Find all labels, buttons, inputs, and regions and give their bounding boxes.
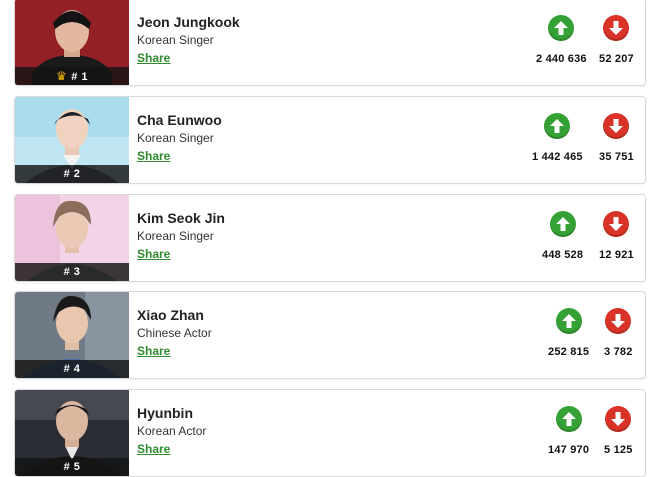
share-link[interactable]: Share xyxy=(137,51,170,65)
upvote-group: 448 528 xyxy=(542,211,583,261)
arrow-up-icon xyxy=(550,119,565,133)
celebrity-photo[interactable]: ♛ # 1 xyxy=(15,0,129,85)
celebrity-name[interactable]: Jeon Jungkook xyxy=(137,14,240,31)
ranking-card: # 2 Cha Eunwoo Korean Singer Share 1 442… xyxy=(14,96,646,184)
celebrity-photo[interactable]: # 5 xyxy=(15,390,129,476)
arrow-up-icon xyxy=(554,21,569,35)
downvote-group: 12 921 xyxy=(599,211,634,261)
ranking-card: ♛ # 1 Jeon Jungkook Korean Singer Share 2… xyxy=(14,0,646,86)
celebrity-photo[interactable]: # 3 xyxy=(15,195,129,281)
upvote-group: 147 970 xyxy=(548,406,589,456)
downvote-button[interactable] xyxy=(603,15,630,41)
upvote-button[interactable] xyxy=(548,15,575,41)
celebrity-role: Korean Singer xyxy=(137,33,214,47)
downvote-count: 52 207 xyxy=(599,53,634,65)
share-link[interactable]: Share xyxy=(137,344,170,358)
upvote-button[interactable] xyxy=(555,308,582,334)
rank-badge: ♛ # 1 xyxy=(15,67,129,85)
downvote-count: 3 782 xyxy=(604,346,633,358)
celebrity-name[interactable]: Xiao Zhan xyxy=(137,307,212,324)
ranking-list: ♛ # 1 Jeon Jungkook Korean Singer Share 2… xyxy=(0,0,660,477)
celebrity-role: Korean Singer xyxy=(137,229,214,243)
downvote-button[interactable] xyxy=(605,406,632,432)
upvote-count: 147 970 xyxy=(548,444,590,456)
downvote-count: 5 125 xyxy=(604,444,633,456)
upvote-button[interactable] xyxy=(544,113,571,139)
crown-icon: ♛ xyxy=(55,69,68,83)
arrow-up-icon xyxy=(561,314,576,328)
downvote-button[interactable] xyxy=(603,211,630,237)
share-link[interactable]: Share xyxy=(137,149,170,163)
celebrity-photo[interactable]: # 4 xyxy=(15,292,129,378)
downvote-button[interactable] xyxy=(605,308,632,334)
downvote-group: 52 207 xyxy=(599,15,634,65)
arrow-down-icon xyxy=(609,217,624,231)
downvote-button[interactable] xyxy=(603,113,630,139)
upvote-group: 252 815 xyxy=(548,308,589,358)
upvote-group: 1 442 465 xyxy=(532,113,583,163)
arrow-up-icon xyxy=(561,412,576,426)
celebrity-name[interactable]: Cha Eunwoo xyxy=(137,112,222,129)
upvote-button[interactable] xyxy=(555,406,582,432)
celebrity-photo[interactable]: # 2 xyxy=(15,97,129,183)
celebrity-role: Korean Actor xyxy=(137,424,207,438)
upvote-count: 2 440 636 xyxy=(536,53,587,65)
rank-badge: # 2 xyxy=(15,165,129,183)
upvote-group: 2 440 636 xyxy=(536,15,587,65)
celebrity-role: Korean Singer xyxy=(137,131,214,145)
downvote-group: 35 751 xyxy=(599,113,634,163)
arrow-down-icon xyxy=(609,21,624,35)
ranking-card: # 3 Kim Seok Jin Korean Singer Share 448… xyxy=(14,194,646,282)
downvote-count: 12 921 xyxy=(599,249,634,261)
downvote-count: 35 751 xyxy=(599,151,634,163)
arrow-up-icon xyxy=(555,217,570,231)
ranking-card: # 5 Hyunbin Korean Actor Share 147 970 5… xyxy=(14,389,646,477)
downvote-group: 3 782 xyxy=(604,308,633,358)
rank-badge: # 3 xyxy=(15,263,129,281)
ranking-card: # 4 Xiao Zhan Chinese Actor Share 252 81… xyxy=(14,291,646,379)
share-link[interactable]: Share xyxy=(137,247,170,261)
share-link[interactable]: Share xyxy=(137,442,170,456)
upvote-count: 448 528 xyxy=(542,249,584,261)
arrow-down-icon xyxy=(609,119,624,133)
upvote-button[interactable] xyxy=(549,211,576,237)
downvote-group: 5 125 xyxy=(604,406,633,456)
celebrity-role: Chinese Actor xyxy=(137,326,212,340)
celebrity-name[interactable]: Kim Seok Jin xyxy=(137,210,225,227)
rank-badge: # 4 xyxy=(15,360,129,378)
rank-badge: # 5 xyxy=(15,458,129,476)
upvote-count: 252 815 xyxy=(548,346,590,358)
upvote-count: 1 442 465 xyxy=(532,151,583,163)
arrow-down-icon xyxy=(611,314,626,328)
arrow-down-icon xyxy=(611,412,626,426)
celebrity-name[interactable]: Hyunbin xyxy=(137,405,206,422)
